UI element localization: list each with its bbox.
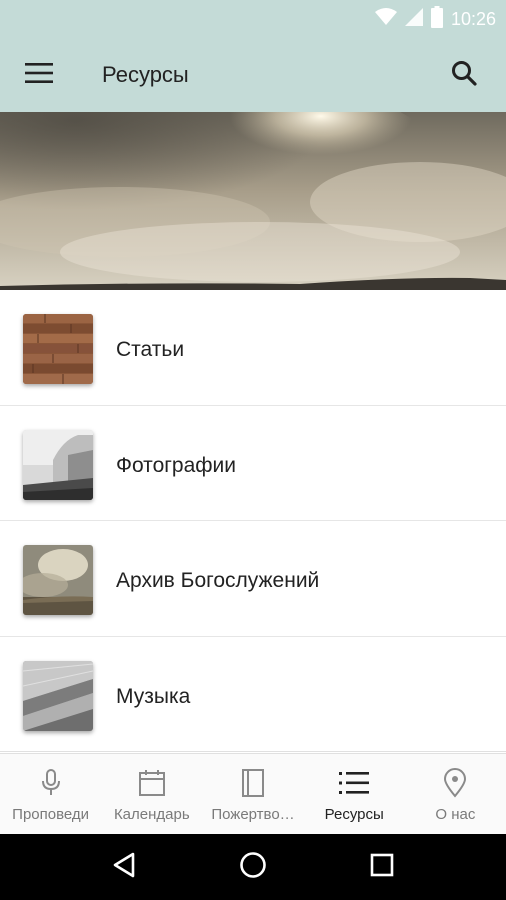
system-navigation-bar (0, 834, 506, 900)
home-button[interactable] (229, 843, 277, 891)
status-time: 10:26 (450, 8, 496, 29)
status-icons: 10:26 (374, 5, 496, 33)
list-item[interactable]: Статьи (0, 290, 506, 406)
list-item-label: Фотографии (116, 453, 237, 477)
app-bar: Ресурсы (0, 38, 506, 112)
nav-item-resources[interactable]: Ресурсы (304, 754, 405, 834)
nav-item-calendar[interactable]: Календарь (101, 754, 202, 834)
nav-label: Календарь (113, 806, 190, 823)
status-bar: 10:26 (0, 0, 506, 38)
battery-icon (430, 5, 443, 33)
list-item-label: Архив Богослужений (116, 569, 320, 592)
nav-item-donations[interactable]: Пожертво… (202, 754, 303, 834)
music-thumbnail (23, 660, 93, 731)
list-item-label: Музыка (116, 684, 191, 708)
nav-item-about[interactable]: О нас (405, 754, 506, 834)
home-icon (239, 851, 267, 884)
recents-button[interactable] (358, 843, 406, 891)
location-pin-icon (443, 768, 467, 798)
menu-button[interactable] (14, 51, 64, 99)
hamburger-menu-icon (25, 62, 53, 88)
articles-thumbnail (23, 314, 93, 384)
list-icon (339, 768, 370, 798)
list-item-label: Статьи (116, 338, 185, 361)
nav-item-sermons[interactable]: Проповеди (0, 754, 101, 834)
nav-label: Проповеди (12, 806, 90, 823)
page-title: Ресурсы (102, 62, 189, 87)
back-button[interactable] (100, 843, 148, 891)
book-icon (241, 768, 265, 798)
resources-list: Статьи Фотографии Архив Богослужений Муз… (0, 290, 506, 752)
microphone-icon (40, 768, 62, 798)
nav-label: Ресурсы (324, 806, 384, 823)
bottom-navigation: Проповеди Календарь Пожертво… Ресурсы О … (0, 753, 506, 834)
nav-label: О нас (435, 806, 476, 823)
photos-thumbnail (23, 429, 93, 500)
search-button[interactable] (440, 51, 488, 99)
calendar-icon (138, 768, 166, 798)
wifi-icon (374, 7, 397, 31)
list-item[interactable]: Музыка (0, 637, 506, 752)
hero-image (0, 112, 506, 290)
back-icon (112, 852, 136, 883)
signal-icon (404, 7, 423, 31)
list-item[interactable]: Фотографии (0, 406, 506, 521)
archive-thumbnail (23, 545, 93, 615)
nav-label: Пожертво… (211, 806, 295, 823)
recents-icon (370, 853, 394, 882)
list-item[interactable]: Архив Богослужений (0, 521, 506, 637)
search-icon (451, 60, 477, 91)
